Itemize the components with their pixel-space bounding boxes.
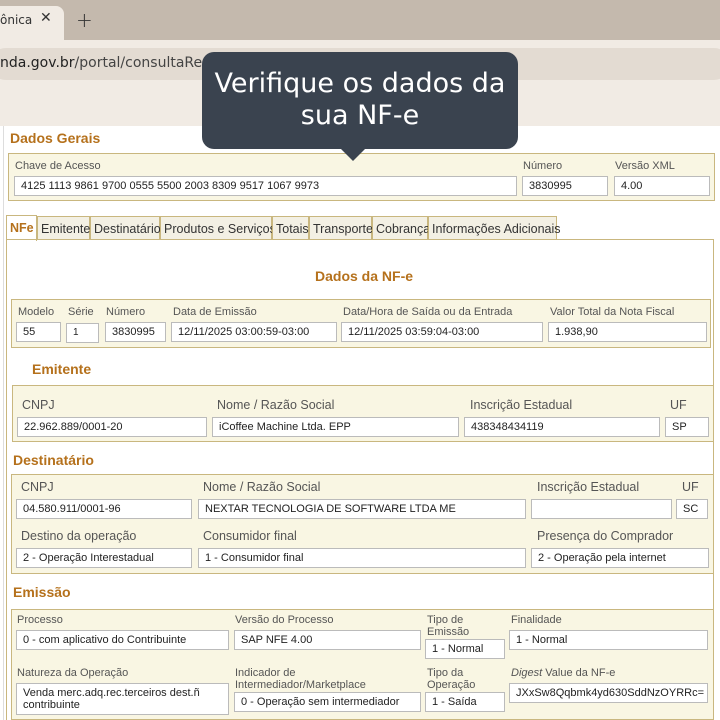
numero-label: Número <box>523 160 563 172</box>
tab-destinatario[interactable]: Destinatário <box>90 216 161 240</box>
tab-nfe[interactable]: NFe <box>6 215 37 241</box>
nfe-numero-field: 3830995 <box>105 322 166 342</box>
destino-operacao-field: 2 - Operação Interestadual <box>16 548 192 568</box>
valor-total-field: 1.938,90 <box>548 322 707 342</box>
data-emissao-label: Data de Emissão <box>173 306 257 318</box>
serie-label: Série <box>68 306 94 318</box>
tipo-emissao-label-line1: Tipo de <box>427 614 464 626</box>
tooltip: Verifique os dados da sua NF-e <box>202 52 518 149</box>
emitente-cnpj-field: 22.962.889/0001-20 <box>17 417 207 437</box>
emitente-title: Emitente <box>32 361 92 377</box>
new-tab-icon[interactable]: + <box>76 8 93 32</box>
serie-field: 1 <box>66 323 99 343</box>
versao-processo-field: SAP NFE 4.00 <box>234 630 421 650</box>
presenca-comprador-label: Presença do Comprador <box>537 529 674 543</box>
dest-cnpj-field: 04.580.911/0001-96 <box>16 499 192 519</box>
natureza-operacao-label: Natureza da Operação <box>17 667 129 679</box>
tipo-emissao-label-line2: Emissão <box>427 626 470 638</box>
emitente-nome-field: iCoffee Machine Ltda. EPP <box>212 417 459 437</box>
tipo-operacao-label-line2: Operação <box>427 679 476 691</box>
tab-emitente[interactable]: Emitente <box>37 216 90 240</box>
tipo-emissao-field: 1 - Normal <box>425 639 505 659</box>
tab-totais[interactable]: Totais <box>272 216 309 240</box>
versao-processo-label: Versão do Processo <box>235 614 334 626</box>
nfe-numero-label: Número <box>106 306 146 318</box>
data-saida-field: 12/11/2025 03:59:04-03:00 <box>341 322 543 342</box>
dest-nome-field: NEXTAR TECNOLOGIA DE SOFTWARE LTDA ME <box>198 499 526 519</box>
dest-uf-field: SC <box>676 499 708 519</box>
url-domain: nda.gov.br <box>0 55 75 71</box>
dest-cnpj-label: CNPJ <box>21 480 54 494</box>
dest-nome-label: Nome / Razão Social <box>203 480 321 494</box>
tipo-operacao-label-line1: Tipo da <box>427 667 464 679</box>
chave-field: 4125 1113 9861 9700 0555 5500 2003 8309 … <box>14 176 517 196</box>
numero-field: 3830995 <box>522 176 608 196</box>
versao-xml-field: 4.00 <box>614 176 710 196</box>
emitente-ie-field: 438348434119 <box>464 417 660 437</box>
tab-produtos-servicos[interactable]: Produtos e Serviços <box>160 216 276 240</box>
dest-uf-label: UF <box>682 480 699 494</box>
emissao-title: Emissão <box>13 584 71 600</box>
tipo-emissao-label: Tipo de Emissão <box>427 614 469 638</box>
digest-label-italic: Digest <box>511 667 543 679</box>
finalidade-label: Finalidade <box>511 614 562 626</box>
dest-ie-field <box>531 499 672 519</box>
tooltip-arrow <box>340 148 366 161</box>
indicador-label-line1: Indicador de <box>235 667 296 679</box>
emitente-uf-label: UF <box>670 398 687 412</box>
natureza-line2: contribuinte <box>23 699 80 711</box>
digest-label: Digest Value da NF-e <box>511 667 615 679</box>
presenca-comprador-field: 2 - Operação pela internet <box>531 548 709 568</box>
consumidor-final-field: 1 - Consumidor final <box>198 548 526 568</box>
consumidor-final-label: Consumidor final <box>203 529 297 543</box>
dados-nfe-title: Dados da NF-e <box>315 268 414 284</box>
dados-gerais-title: Dados Gerais <box>10 130 101 146</box>
browser-tab-bar <box>0 0 720 40</box>
finalidade-field: 1 - Normal <box>509 630 708 650</box>
modelo-label: Modelo <box>18 306 55 318</box>
data-emissao-field: 12/11/2025 03:00:59-03:00 <box>171 322 337 342</box>
tooltip-line1: Verifique os dados da <box>214 68 506 99</box>
processo-label: Processo <box>17 614 63 626</box>
natureza-line1: Venda merc.adq.rec.terceiros dest.ñ <box>23 687 200 699</box>
destinatario-title: Destinatário <box>13 452 94 468</box>
browser-tab-title[interactable]: ônica <box>0 13 32 27</box>
tab-informacoes-adicionais[interactable]: Informações Adicionais <box>428 216 561 240</box>
emitente-uf-field: SP <box>665 417 709 437</box>
natureza-operacao-field: Venda merc.adq.rec.terceiros dest.ñ contr… <box>16 683 229 715</box>
emitente-ie-label: Inscrição Estadual <box>470 398 573 412</box>
dest-ie-label: Inscrição Estadual <box>537 480 640 494</box>
indicador-field: 0 - Operação sem intermediador <box>234 692 421 712</box>
tipo-operacao-label: Tipo da Operação <box>427 667 475 691</box>
tipo-operacao-field: 1 - Saída <box>425 692 505 712</box>
indicador-label: Indicador de Intermediador/Marketplace <box>235 667 366 691</box>
indicador-label-line2: Intermediador/Marketplace <box>235 679 366 691</box>
versao-xml-label: Versão XML <box>615 160 675 172</box>
modelo-field: 55 <box>16 322 61 342</box>
url-text[interactable]: nda.gov.br/portal/consultaResum <box>0 55 232 71</box>
data-saida-label: Data/Hora de Saída ou da Entrada <box>343 306 513 318</box>
emitente-cnpj-label: CNPJ <box>22 398 55 412</box>
processo-field: 0 - com aplicativo do Contribuinte <box>16 630 229 650</box>
destino-operacao-label: Destino da operação <box>21 529 137 543</box>
close-tab-icon[interactable]: ✕ <box>40 10 52 26</box>
emitente-nome-label: Nome / Razão Social <box>217 398 335 412</box>
valor-total-label: Valor Total da Nota Fiscal <box>550 306 675 318</box>
digest-field: JXxSw8Qqbmk4yd630SddNzOYRRc= <box>509 683 708 703</box>
tab-cobranca[interactable]: Cobrança <box>372 216 430 240</box>
digest-label-rest: Value da NF-e <box>542 667 616 679</box>
tooltip-line2: sua NF-e <box>300 100 420 131</box>
tab-transporte[interactable]: Transporte <box>309 216 373 240</box>
chave-label: Chave de Acesso <box>15 160 101 172</box>
